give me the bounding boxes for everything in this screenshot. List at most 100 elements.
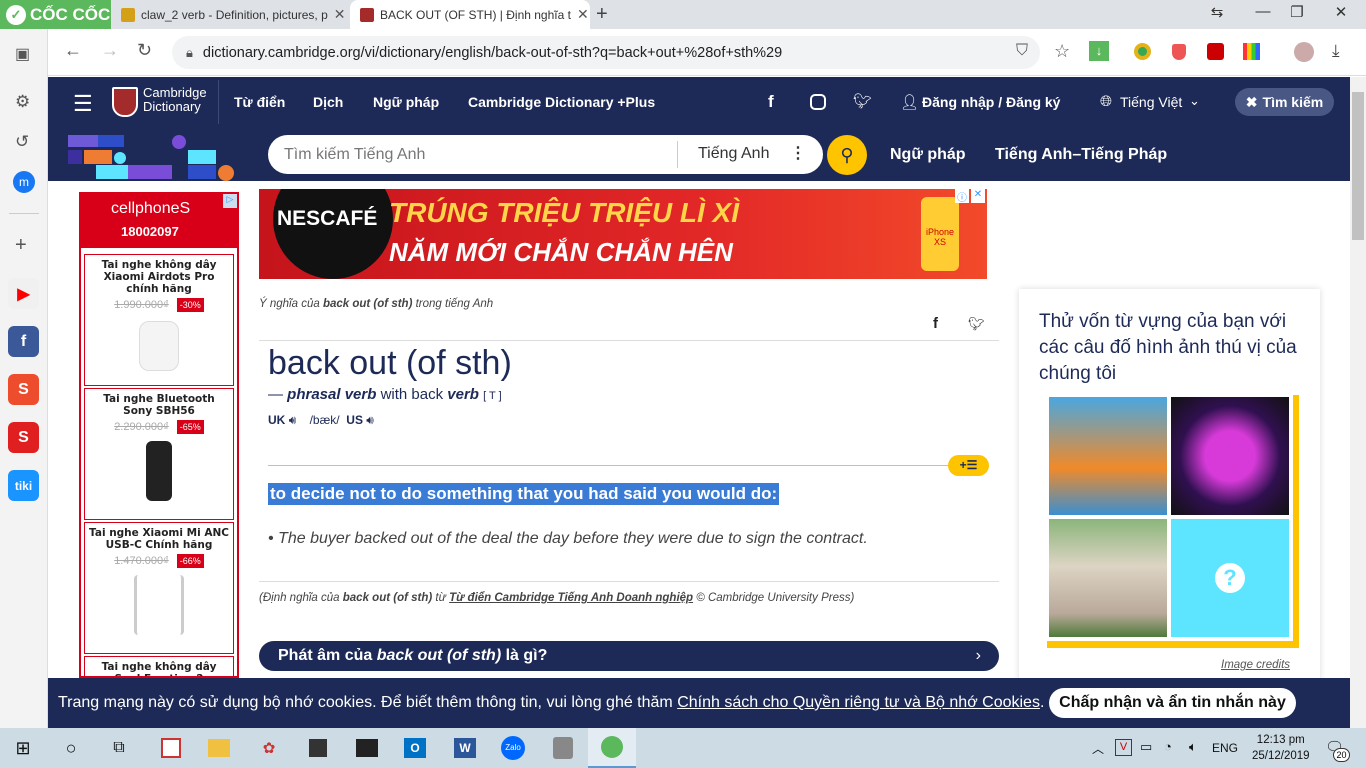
quiz-image-playhouse[interactable] <box>1049 519 1167 637</box>
left-ad[interactable]: cellphoneS 18002097 ▷ Tai nghe không dây… <box>79 192 239 678</box>
wifi-icon[interactable]: ◔ <box>1164 739 1172 754</box>
unikey-icon[interactable]: V <box>1115 739 1132 756</box>
new-tab-icon[interactable]: + <box>596 3 608 26</box>
app-icon-2[interactable] <box>553 737 573 759</box>
add-to-list-button[interactable]: +☰ <box>948 455 989 476</box>
volume-icon[interactable]: 🔈︎ <box>1189 739 1197 755</box>
quiz-image-ferris-wheel[interactable] <box>1171 397 1289 515</box>
shield-icon[interactable]: ⛉ <box>1016 42 1028 60</box>
site-logo[interactable]: Cambridge Dictionary <box>143 86 207 114</box>
facebook-icon[interactable]: f <box>8 326 39 357</box>
input-language[interactable]: ENG <box>1212 741 1238 755</box>
quiz-image-waterslide[interactable] <box>1049 397 1167 515</box>
maximize-icon[interactable]: ❐ <box>1282 3 1312 21</box>
zalo-icon[interactable]: Zalo <box>501 736 525 760</box>
windows-start-icon[interactable]: ⊞ <box>8 733 38 763</box>
battery-icon[interactable]: ▭ <box>1140 739 1152 755</box>
nav-grammar[interactable]: Ngữ pháp <box>373 94 439 110</box>
facebook-icon[interactable]: f <box>768 92 774 112</box>
language-select[interactable]: Tiếng Việt <box>1120 94 1182 110</box>
info-icon[interactable]: ⓘ <box>955 189 969 204</box>
star-icon[interactable]: ☆ <box>1054 41 1070 62</box>
adchoices-icon[interactable]: ▷ <box>223 194 237 208</box>
image-credits-link[interactable]: Image credits <box>1221 659 1290 671</box>
shopee-icon[interactable]: S <box>8 374 39 405</box>
pronunciation-accordion[interactable]: Phát âm của back out (of sth) là gì? › <box>259 641 999 671</box>
file-explorer-icon[interactable] <box>208 739 230 757</box>
tab-1[interactable]: claw_2 verb - Definition, pictures, p ✕ <box>111 0 351 29</box>
search-input[interactable]: Tìm kiếm Tiếng Anh Tiếng Anh ⋮ <box>268 135 823 174</box>
nescafe-banner[interactable]: NESCAFÉ TRÚNG TRIỆU TRIỆU LÌ XÌ NĂM MỚI … <box>259 189 987 279</box>
extension-color-icon[interactable] <box>1243 43 1260 60</box>
hotline: 18002097 <box>121 224 179 239</box>
tabs-menu-icon[interactable]: ⇆ <box>1202 3 1232 21</box>
cambridge-shield-icon[interactable] <box>112 87 138 117</box>
chevron-up-icon[interactable]: ︿ <box>1092 740 1104 757</box>
back-icon[interactable]: ← <box>64 40 82 61</box>
word-icon[interactable]: W <box>454 738 476 758</box>
search-button[interactable]: ⚲ <box>827 135 867 175</box>
youtube-icon[interactable]: ▶ <box>8 278 39 309</box>
sidebar-toggle-icon[interactable]: ▣ <box>15 44 30 64</box>
tiki-icon[interactable]: tiki <box>8 470 39 501</box>
cortana-icon[interactable]: ○ <box>56 733 86 763</box>
facebook-share-icon[interactable]: f <box>933 315 938 332</box>
tab-2[interactable]: BACK OUT (OF STH) | Định nghĩa t ✕ <box>350 0 590 29</box>
close-icon[interactable]: ✕ <box>334 6 346 23</box>
address-bar[interactable]: 🔒︎ dictionary.cambridge.org/vi/dictionary… <box>172 36 1040 69</box>
extension-red-icon[interactable] <box>1207 43 1224 60</box>
sense-divider <box>268 465 958 466</box>
sendo-icon[interactable]: S <box>8 422 39 453</box>
ad-product-2[interactable]: Tai nghe Bluetooth Sony SBH56 2.290.000₫… <box>84 388 234 520</box>
headset-image <box>146 441 172 501</box>
ad-product-1[interactable]: Tai nghe không dây Xiaomi Airdots Pro ch… <box>84 254 234 386</box>
close-icon[interactable]: ✕ <box>971 189 985 203</box>
gear-icon[interactable]: ⚙ <box>15 92 30 112</box>
search-language-select[interactable]: Tiếng Anh <box>698 145 769 163</box>
clock[interactable]: 12:13 pm 25/12/2019 <box>1252 732 1310 764</box>
twitter-icon[interactable]: 🐦︎ <box>853 92 872 110</box>
scrollbar-thumb[interactable] <box>1352 92 1364 240</box>
forward-icon[interactable]: → <box>101 40 119 61</box>
source-link[interactable]: Từ điển Cambridge Tiếng Anh Doanh nghiệp <box>449 592 693 604</box>
instagram-icon[interactable] <box>810 94 826 110</box>
more-vertical-icon[interactable]: ⋮ <box>790 143 806 163</box>
accept-cookies-button[interactable]: Chấp nhận và ẩn tin nhắn này <box>1049 688 1296 718</box>
ad-product-3[interactable]: Tai nghe Xiaomi Mi ANC USB-C Chính hãng … <box>84 522 234 654</box>
messenger-icon[interactable]: m <box>13 171 35 193</box>
download-icon[interactable]: ↓ <box>1089 41 1109 61</box>
nav-plus[interactable]: Cambridge Dictionary +Plus <box>468 94 655 110</box>
window-close-icon[interactable]: ✕ <box>1326 3 1356 21</box>
outlook-icon[interactable]: O <box>404 738 426 758</box>
reload-icon[interactable]: ↻ <box>137 40 152 61</box>
browser-brand[interactable]: ✓ CỐC CỐC <box>0 0 111 29</box>
taskbar-active-coccoc[interactable] <box>588 728 636 768</box>
twitter-share-icon[interactable]: 🐦︎ <box>968 316 985 332</box>
chevron-right-icon: › <box>975 647 981 664</box>
login-link[interactable]: Đăng nhập / Đăng ký <box>922 94 1060 110</box>
sticky-notes-icon[interactable] <box>309 739 327 757</box>
link-grammar[interactable]: Ngữ pháp <box>890 146 966 164</box>
extension-chrome-icon[interactable] <box>1134 43 1151 60</box>
quiz-image-unknown[interactable]: ? <box>1171 519 1289 637</box>
nav-translate[interactable]: Dịch <box>313 94 343 110</box>
history-icon[interactable]: ↺ <box>15 132 29 152</box>
avatar[interactable] <box>1294 42 1314 62</box>
task-view-icon[interactable]: ⧉ <box>104 733 134 763</box>
cookie-policy-link[interactable]: Chính sách cho Quyền riêng tư và Bộ nhớ … <box>677 694 1040 712</box>
nav-dictionary[interactable]: Từ điển <box>234 94 285 110</box>
minimize-icon[interactable]: — <box>1248 3 1278 20</box>
extension-shield-icon[interactable] <box>1172 44 1186 60</box>
search-toggle-button[interactable]: ✖ Tìm kiếm <box>1235 88 1334 116</box>
speaker-icon[interactable]: 🔊︎ <box>289 413 297 427</box>
ad-product-4[interactable]: Tai nghe không dây Soul Emotion 2 <box>84 656 234 676</box>
speaker-icon[interactable]: 🔊︎ <box>366 413 374 427</box>
link-english-french[interactable]: Tiếng Anh–Tiếng Pháp <box>995 146 1167 164</box>
close-icon[interactable]: ✕ <box>577 6 589 23</box>
photos-icon[interactable] <box>356 739 378 757</box>
paint-icon[interactable]: ✿ <box>254 733 284 763</box>
download-tray-icon[interactable]: ⤓ <box>1332 41 1340 61</box>
app-icon[interactable] <box>161 738 181 758</box>
menu-icon[interactable]: ☰ <box>73 91 93 117</box>
add-icon[interactable]: + <box>15 234 27 257</box>
